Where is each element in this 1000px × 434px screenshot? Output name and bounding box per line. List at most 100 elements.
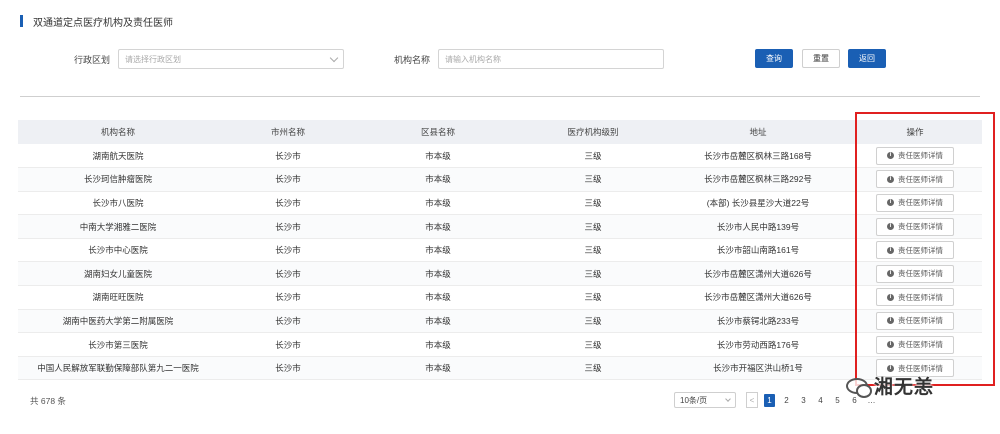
table-row: 长沙市八医院 长沙市 市本级 三级 (本部) 长沙县星沙大道22号 i 责任医师详情 xyxy=(18,191,982,216)
page-button-2[interactable]: 2 xyxy=(781,394,792,407)
page-size-value: 10条/页 xyxy=(680,395,708,405)
cell-name: 长沙市中心医院 xyxy=(18,238,218,263)
cell-city: 长沙市 xyxy=(218,261,358,287)
doctor-detail-button[interactable]: i 责任医师详情 xyxy=(876,217,954,236)
chevron-down-icon xyxy=(725,396,731,402)
cell-level: 三级 xyxy=(518,356,668,381)
org-filter: 机构名称 请输入机构名称 xyxy=(394,48,665,70)
page-button-5[interactable]: 5 xyxy=(832,394,843,407)
cell-address: 长沙市蔡锷北路233号 xyxy=(668,309,848,334)
cell-name: 湖南中医药大学第二附属医院 xyxy=(18,309,218,334)
reset-button[interactable]: 重置 xyxy=(802,49,840,68)
page-button-3[interactable]: 3 xyxy=(798,394,809,407)
cell-address: 长沙市岳麓区潇州大道626号 xyxy=(668,261,848,287)
info-icon: i xyxy=(887,341,894,349)
wechat-icon xyxy=(846,377,872,398)
cell-level: 三级 xyxy=(518,332,668,357)
cell-district: 市本级 xyxy=(358,214,518,239)
page-button-4[interactable]: 4 xyxy=(815,394,826,407)
watermark-text: 湘无恙 xyxy=(874,377,935,398)
info-icon: i xyxy=(887,317,894,325)
cell-address: 长沙市开福区洪山桥1号 xyxy=(668,356,848,381)
divider xyxy=(20,96,980,97)
total-count: 共 678 条 xyxy=(30,396,66,406)
cell-city: 长沙市 xyxy=(218,167,358,192)
cell-action: i 责任医师详情 xyxy=(848,309,982,334)
col-header-address: 地址 xyxy=(668,120,848,144)
cell-name: 中国人民解放军联勤保障部队第九二一医院 xyxy=(18,356,218,381)
page-button-1[interactable]: 1 xyxy=(764,393,775,407)
table-header-row: 机构名称 市州名称 区县名称 医疗机构级别 地址 操作 xyxy=(18,120,982,144)
table-row: 长沙珂信肿瘤医院 长沙市 市本级 三级 长沙市岳麓区枫林三路292号 i 责任医师详情 xyxy=(18,167,982,192)
cell-level: 三级 xyxy=(518,191,668,216)
cell-district: 市本级 xyxy=(358,144,518,169)
region-placeholder: 请选择行政区划 xyxy=(125,54,182,64)
info-icon: i xyxy=(887,364,894,372)
info-icon: i xyxy=(887,152,894,160)
cell-city: 长沙市 xyxy=(218,191,358,216)
doctor-detail-button[interactable]: i 责任医师详情 xyxy=(876,311,954,330)
cell-address: 长沙市岳麓区枫林三路292号 xyxy=(668,167,848,192)
cell-address: (本部) 长沙县星沙大道22号 xyxy=(668,191,848,216)
doctor-detail-button[interactable]: i 责任医师详情 xyxy=(876,335,954,354)
page-size-select[interactable]: 10条/页 xyxy=(674,392,736,408)
cell-name: 湖南旺旺医院 xyxy=(18,285,218,310)
doctor-detail-label: 责任医师详情 xyxy=(898,316,943,326)
cell-district: 市本级 xyxy=(358,191,518,216)
doctor-detail-label: 责任医师详情 xyxy=(898,174,943,184)
org-name-input[interactable]: 请输入机构名称 xyxy=(438,49,665,69)
info-icon: i xyxy=(887,199,894,207)
cell-address: 长沙市岳麓区潇州大道626号 xyxy=(668,285,848,310)
back-button[interactable]: 返回 xyxy=(848,49,886,68)
doctor-detail-label: 责任医师详情 xyxy=(898,269,943,279)
cell-action: i 责任医师详情 xyxy=(848,191,982,216)
info-icon: i xyxy=(887,223,894,231)
cell-level: 三级 xyxy=(518,285,668,310)
cell-action: i 责任医师详情 xyxy=(848,167,982,192)
region-select[interactable]: 请选择行政区划 xyxy=(118,49,345,69)
cell-address: 长沙市韶山南路161号 xyxy=(668,238,848,263)
cell-name: 长沙市第三医院 xyxy=(18,332,218,357)
info-icon: i xyxy=(887,293,894,301)
info-icon: i xyxy=(887,270,894,278)
cell-address: 长沙市岳麓区枫林三路168号 xyxy=(668,144,848,169)
cell-action: i 责任医师详情 xyxy=(848,332,982,357)
prev-page-button[interactable]: < xyxy=(746,392,758,408)
cell-city: 长沙市 xyxy=(218,214,358,239)
cell-city: 长沙市 xyxy=(218,144,358,169)
doctor-detail-button[interactable]: i 责任医师详情 xyxy=(876,288,954,307)
doctor-detail-button[interactable]: i 责任医师详情 xyxy=(876,264,954,283)
cell-level: 三级 xyxy=(518,238,668,263)
org-label: 机构名称 xyxy=(394,54,431,65)
org-placeholder: 请输入机构名称 xyxy=(445,54,502,64)
cell-name: 长沙市八医院 xyxy=(18,191,218,216)
info-icon: i xyxy=(887,246,894,254)
doctor-detail-button[interactable]: i 责任医师详情 xyxy=(876,193,954,212)
cell-action: i 责任医师详情 xyxy=(848,238,982,263)
table-row: 长沙市中心医院 长沙市 市本级 三级 长沙市韶山南路161号 i 责任医师详情 xyxy=(18,238,982,263)
table-row: 中南大学湘雅二医院 长沙市 市本级 三级 长沙市人民中路139号 i 责任医师详情 xyxy=(18,214,982,239)
cell-address: 长沙市劳动西路176号 xyxy=(668,332,848,357)
chevron-down-icon xyxy=(329,53,339,62)
cell-action: i 责任医师详情 xyxy=(848,144,982,169)
cell-level: 三级 xyxy=(518,167,668,192)
query-button[interactable]: 查询 xyxy=(755,49,793,68)
cell-district: 市本级 xyxy=(358,238,518,263)
region-label: 行政区划 xyxy=(74,54,111,65)
col-header-district: 区县名称 xyxy=(358,120,518,144)
title-accent-bar xyxy=(20,15,23,27)
page-title-bar: 双通道定点医疗机构及责任医师 xyxy=(20,14,173,29)
cell-district: 市本级 xyxy=(358,332,518,357)
doctor-detail-button[interactable]: i 责任医师详情 xyxy=(876,170,954,189)
table-row: 湖南航天医院 长沙市 市本级 三级 长沙市岳麓区枫林三路168号 i 责任医师详情 xyxy=(18,144,982,169)
doctor-detail-button[interactable]: i 责任医师详情 xyxy=(876,241,954,260)
cell-name: 湖南航天医院 xyxy=(18,144,218,169)
table-row: 湖南旺旺医院 长沙市 市本级 三级 长沙市岳麓区潇州大道626号 i 责任医师详情 xyxy=(18,285,982,310)
doctor-detail-label: 责任医师详情 xyxy=(898,151,943,161)
cell-level: 三级 xyxy=(518,309,668,334)
doctor-detail-label: 责任医师详情 xyxy=(898,292,943,302)
cell-district: 市本级 xyxy=(358,167,518,192)
table-row: 湖南中医药大学第二附属医院 长沙市 市本级 三级 长沙市蔡锷北路233号 i 责任医师详情 xyxy=(18,309,982,334)
doctor-detail-button[interactable]: i 责任医师详情 xyxy=(876,146,954,165)
doctor-detail-label: 责任医师详情 xyxy=(898,340,943,350)
